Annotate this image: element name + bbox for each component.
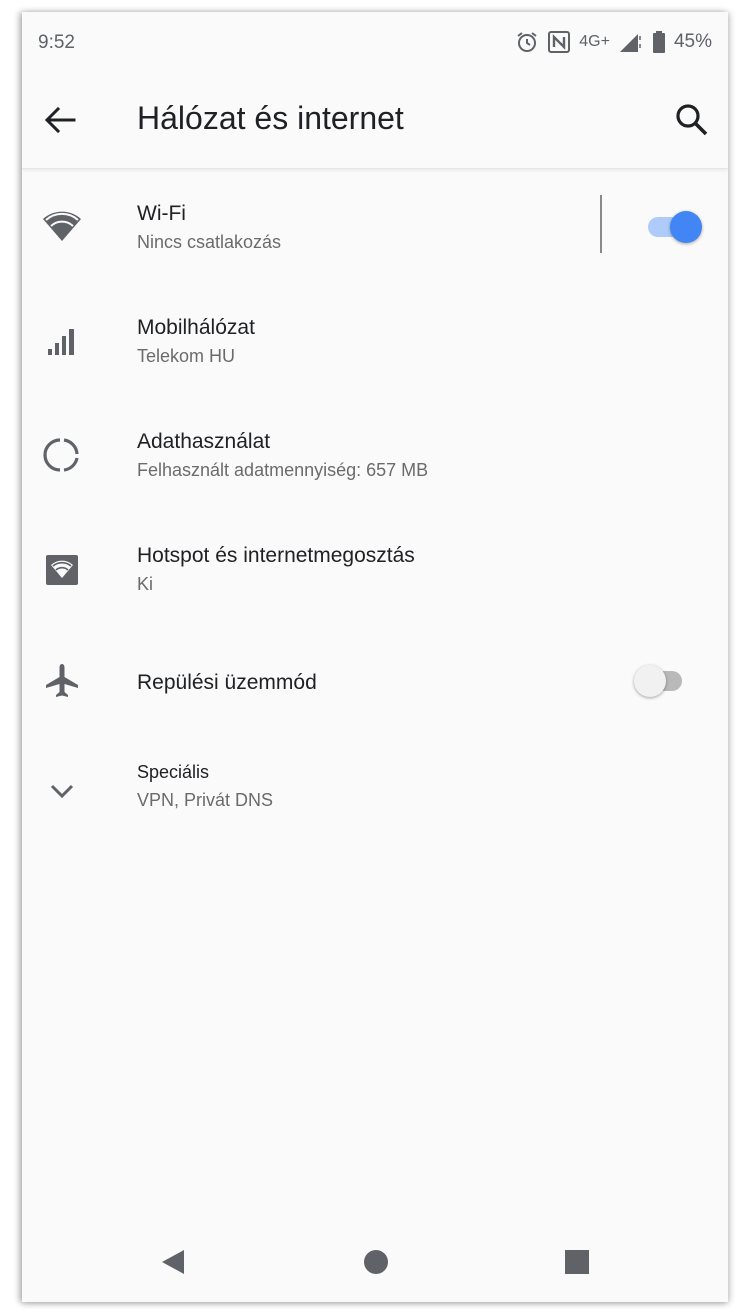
battery-percent: 45%: [673, 31, 712, 52]
nav-recents-button[interactable]: [555, 1240, 599, 1284]
list-item-data-usage[interactable]: Adathasználat Felhasznált adatmennyiség:…: [22, 397, 728, 511]
airplane-mode-title: Repülési üzemmód: [137, 671, 317, 694]
back-triangle-icon: [152, 1250, 196, 1288]
chevron-down-icon: [42, 771, 82, 811]
home-circle-icon: [354, 1250, 398, 1288]
search-button[interactable]: [670, 98, 714, 142]
wifi-divider: [600, 195, 602, 253]
signal-icon: [618, 30, 644, 54]
list-item-mobile-network[interactable]: Mobilhálózat Telekom HU: [22, 283, 728, 397]
navigation-bar: [22, 1222, 728, 1302]
app-bar: Hálózat és internet: [22, 72, 728, 169]
settings-list: Wi-Fi Nincs csatlakozás Mobilhálózat Tel…: [22, 169, 728, 853]
search-icon: [670, 104, 714, 146]
hotspot-title: Hotspot és internetmegosztás: [137, 544, 415, 567]
list-item-airplane-mode[interactable]: Repülési üzemmód: [22, 625, 728, 739]
list-item-advanced[interactable]: Speciális VPN, Privát DNS: [22, 739, 728, 853]
settings-screen: 9:52 4G+ 45% Hálózat és internet Wi-Fi N…: [22, 12, 728, 1302]
data-usage-title: Adathasználat: [137, 430, 271, 453]
wifi-title: Wi-Fi: [137, 202, 186, 225]
data-usage-icon: [42, 435, 82, 475]
wifi-icon: [42, 207, 82, 247]
cellular-signal-icon: [42, 321, 82, 361]
wifi-subtitle: Nincs csatlakozás: [137, 232, 282, 252]
mobile-network-title: Mobilhálózat: [137, 316, 255, 339]
airplane-mode-toggle[interactable]: [632, 659, 692, 699]
advanced-subtitle: VPN, Privát DNS: [137, 790, 274, 810]
hotspot-subtitle: Ki: [137, 574, 154, 594]
nfc-icon: [547, 30, 571, 54]
nav-back-button[interactable]: [152, 1240, 196, 1284]
list-item-wifi[interactable]: Wi-Fi Nincs csatlakozás: [22, 169, 728, 283]
advanced-title: Speciális: [137, 762, 210, 782]
data-usage-subtitle: Felhasznált adatmennyiség: 657 MB: [137, 460, 429, 480]
mobile-network-subtitle: Telekom HU: [137, 346, 236, 366]
page-title: Hálózat és internet: [137, 100, 404, 136]
status-bar: 9:52 4G+ 45%: [22, 12, 728, 72]
status-icons: 4G+ 45%: [515, 29, 712, 55]
arrow-back-icon: [38, 106, 82, 146]
nav-home-button[interactable]: [354, 1240, 398, 1284]
wifi-toggle[interactable]: [644, 205, 704, 245]
alarm-icon: [515, 30, 539, 54]
battery-icon: [652, 30, 666, 54]
hotspot-icon: [42, 549, 82, 589]
airplane-icon: [42, 661, 82, 701]
status-time: 9:52: [38, 32, 75, 53]
list-item-hotspot[interactable]: Hotspot és internetmegosztás Ki: [22, 511, 728, 625]
recents-square-icon: [555, 1250, 599, 1288]
network-type: 4G+: [579, 33, 610, 50]
back-button[interactable]: [38, 98, 82, 142]
